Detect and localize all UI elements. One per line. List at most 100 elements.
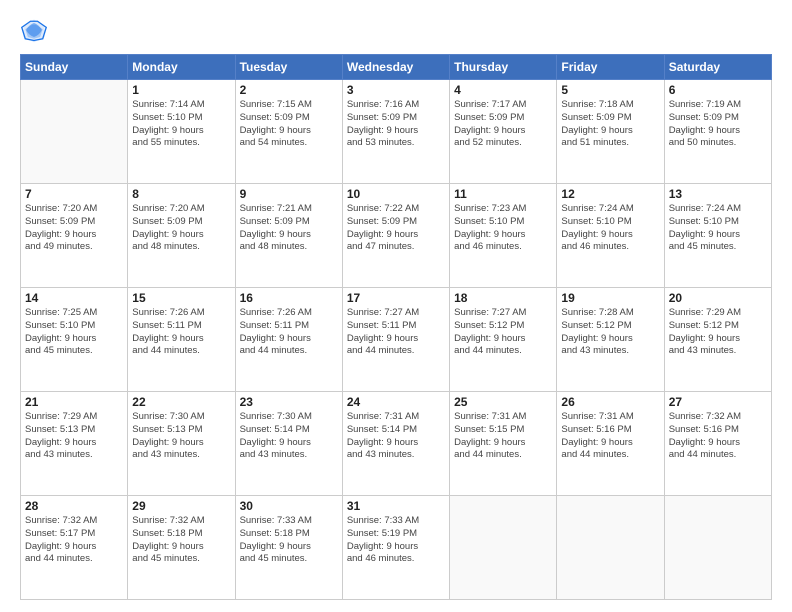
- day-number: 4: [454, 83, 552, 97]
- calendar-week-row: 28 Sunrise: 7:32 AM Sunset: 5:17 PM Dayli…: [21, 496, 772, 600]
- day-info: Sunrise: 7:17 AM Sunset: 5:09 PM Dayligh…: [454, 99, 552, 150]
- calendar-cell: 28 Sunrise: 7:32 AM Sunset: 5:17 PM Dayli…: [21, 496, 128, 600]
- day-number: 9: [240, 187, 338, 201]
- calendar-cell: 1 Sunrise: 7:14 AM Sunset: 5:10 PM Daylig…: [128, 80, 235, 184]
- calendar-table: SundayMondayTuesdayWednesdayThursdayFrid…: [20, 54, 772, 600]
- calendar-week-row: 7 Sunrise: 7:20 AM Sunset: 5:09 PM Daylig…: [21, 184, 772, 288]
- day-number: 21: [25, 395, 123, 409]
- day-number: 7: [25, 187, 123, 201]
- day-number: 10: [347, 187, 445, 201]
- day-number: 27: [669, 395, 767, 409]
- day-info: Sunrise: 7:32 AM Sunset: 5:18 PM Dayligh…: [132, 515, 230, 566]
- calendar-cell: 3Sunrise: 7:16 AM Sunset: 5:09 PM Daylig…: [342, 80, 449, 184]
- day-number: 1: [132, 83, 230, 97]
- calendar-header-thursday: Thursday: [450, 55, 557, 80]
- calendar-cell: 11Sunrise: 7:23 AM Sunset: 5:10 PM Dayli…: [450, 184, 557, 288]
- day-number: 24: [347, 395, 445, 409]
- calendar-cell: 10 Sunrise: 7:22 AM Sunset: 5:09 PM Dayli…: [342, 184, 449, 288]
- calendar-cell: 2Sunrise: 7:15 AM Sunset: 5:09 PM Daylig…: [235, 80, 342, 184]
- day-info: Sunrise: 7:33 AM Sunset: 5:18 PM Dayligh…: [240, 515, 338, 566]
- calendar-header-tuesday: Tuesday: [235, 55, 342, 80]
- calendar-cell: 26Sunrise: 7:31 AM Sunset: 5:16 PM Dayli…: [557, 392, 664, 496]
- day-number: 8: [132, 187, 230, 201]
- day-info: Sunrise: 7:21 AM Sunset: 5:09 PM Dayligh…: [240, 203, 338, 254]
- calendar-cell: 23Sunrise: 7:30 AM Sunset: 5:14 PM Dayli…: [235, 392, 342, 496]
- day-info: Sunrise: 7:29 AM Sunset: 5:12 PM Dayligh…: [669, 307, 767, 358]
- day-number: 15: [132, 291, 230, 305]
- calendar-cell: 6 Sunrise: 7:19 AM Sunset: 5:09 PM Daylig…: [664, 80, 771, 184]
- day-info: Sunrise: 7:24 AM Sunset: 5:10 PM Dayligh…: [561, 203, 659, 254]
- calendar-cell: [557, 496, 664, 600]
- day-number: 16: [240, 291, 338, 305]
- day-info: Sunrise: 7:33 AM Sunset: 5:19 PM Dayligh…: [347, 515, 445, 566]
- day-info: Sunrise: 7:27 AM Sunset: 5:11 PM Dayligh…: [347, 307, 445, 358]
- calendar-cell: 30 Sunrise: 7:33 AM Sunset: 5:18 PM Dayli…: [235, 496, 342, 600]
- calendar-cell: 27 Sunrise: 7:32 AM Sunset: 5:16 PM Dayli…: [664, 392, 771, 496]
- day-info: Sunrise: 7:14 AM Sunset: 5:10 PM Dayligh…: [132, 99, 230, 150]
- calendar-header-saturday: Saturday: [664, 55, 771, 80]
- day-info: Sunrise: 7:23 AM Sunset: 5:10 PM Dayligh…: [454, 203, 552, 254]
- day-info: Sunrise: 7:18 AM Sunset: 5:09 PM Dayligh…: [561, 99, 659, 150]
- calendar-cell: [450, 496, 557, 600]
- calendar-cell: 4 Sunrise: 7:17 AM Sunset: 5:09 PM Daylig…: [450, 80, 557, 184]
- calendar-cell: 20 Sunrise: 7:29 AM Sunset: 5:12 PM Dayli…: [664, 288, 771, 392]
- header: [20, 16, 772, 44]
- day-number: 12: [561, 187, 659, 201]
- day-number: 29: [132, 499, 230, 513]
- calendar-cell: 24 Sunrise: 7:31 AM Sunset: 5:14 PM Dayli…: [342, 392, 449, 496]
- day-number: 18: [454, 291, 552, 305]
- calendar-cell: 31 Sunrise: 7:33 AM Sunset: 5:19 PM Dayli…: [342, 496, 449, 600]
- calendar-cell: 14Sunrise: 7:25 AM Sunset: 5:10 PM Dayli…: [21, 288, 128, 392]
- logo-icon: [20, 16, 48, 44]
- calendar-header-friday: Friday: [557, 55, 664, 80]
- day-number: 6: [669, 83, 767, 97]
- day-number: 31: [347, 499, 445, 513]
- calendar-cell: 13Sunrise: 7:24 AM Sunset: 5:10 PM Dayli…: [664, 184, 771, 288]
- day-number: 28: [25, 499, 123, 513]
- calendar-cell: 22 Sunrise: 7:30 AM Sunset: 5:13 PM Dayli…: [128, 392, 235, 496]
- calendar-header-wednesday: Wednesday: [342, 55, 449, 80]
- calendar-cell: 29 Sunrise: 7:32 AM Sunset: 5:18 PM Dayli…: [128, 496, 235, 600]
- day-info: Sunrise: 7:31 AM Sunset: 5:15 PM Dayligh…: [454, 411, 552, 462]
- day-info: Sunrise: 7:25 AM Sunset: 5:10 PM Dayligh…: [25, 307, 123, 358]
- day-number: 23: [240, 395, 338, 409]
- calendar-cell: 21 Sunrise: 7:29 AM Sunset: 5:13 PM Dayli…: [21, 392, 128, 496]
- calendar-week-row: 14Sunrise: 7:25 AM Sunset: 5:10 PM Dayli…: [21, 288, 772, 392]
- day-info: Sunrise: 7:31 AM Sunset: 5:14 PM Dayligh…: [347, 411, 445, 462]
- calendar-cell: 5 Sunrise: 7:18 AM Sunset: 5:09 PM Daylig…: [557, 80, 664, 184]
- day-info: Sunrise: 7:19 AM Sunset: 5:09 PM Dayligh…: [669, 99, 767, 150]
- day-info: Sunrise: 7:15 AM Sunset: 5:09 PM Dayligh…: [240, 99, 338, 150]
- day-info: Sunrise: 7:27 AM Sunset: 5:12 PM Dayligh…: [454, 307, 552, 358]
- day-number: 19: [561, 291, 659, 305]
- day-number: 13: [669, 187, 767, 201]
- day-info: Sunrise: 7:20 AM Sunset: 5:09 PM Dayligh…: [132, 203, 230, 254]
- page: SundayMondayTuesdayWednesdayThursdayFrid…: [0, 0, 792, 612]
- day-info: Sunrise: 7:26 AM Sunset: 5:11 PM Dayligh…: [240, 307, 338, 358]
- day-number: 17: [347, 291, 445, 305]
- day-info: Sunrise: 7:32 AM Sunset: 5:17 PM Dayligh…: [25, 515, 123, 566]
- calendar-cell: [664, 496, 771, 600]
- calendar-cell: 9 Sunrise: 7:21 AM Sunset: 5:09 PM Daylig…: [235, 184, 342, 288]
- day-info: Sunrise: 7:32 AM Sunset: 5:16 PM Dayligh…: [669, 411, 767, 462]
- day-info: Sunrise: 7:30 AM Sunset: 5:13 PM Dayligh…: [132, 411, 230, 462]
- day-info: Sunrise: 7:29 AM Sunset: 5:13 PM Dayligh…: [25, 411, 123, 462]
- calendar-cell: 25Sunrise: 7:31 AM Sunset: 5:15 PM Dayli…: [450, 392, 557, 496]
- calendar-header-monday: Monday: [128, 55, 235, 80]
- day-number: 5: [561, 83, 659, 97]
- calendar-cell: 7 Sunrise: 7:20 AM Sunset: 5:09 PM Daylig…: [21, 184, 128, 288]
- day-number: 22: [132, 395, 230, 409]
- day-info: Sunrise: 7:26 AM Sunset: 5:11 PM Dayligh…: [132, 307, 230, 358]
- day-number: 20: [669, 291, 767, 305]
- calendar-cell: 8 Sunrise: 7:20 AM Sunset: 5:09 PM Daylig…: [128, 184, 235, 288]
- day-info: Sunrise: 7:16 AM Sunset: 5:09 PM Dayligh…: [347, 99, 445, 150]
- calendar-cell: 16 Sunrise: 7:26 AM Sunset: 5:11 PM Dayli…: [235, 288, 342, 392]
- day-number: 30: [240, 499, 338, 513]
- calendar-header-row: SundayMondayTuesdayWednesdayThursdayFrid…: [21, 55, 772, 80]
- day-info: Sunrise: 7:31 AM Sunset: 5:16 PM Dayligh…: [561, 411, 659, 462]
- calendar-cell: 19 Sunrise: 7:28 AM Sunset: 5:12 PM Dayli…: [557, 288, 664, 392]
- day-info: Sunrise: 7:28 AM Sunset: 5:12 PM Dayligh…: [561, 307, 659, 358]
- logo: [20, 16, 52, 44]
- calendar-cell: [21, 80, 128, 184]
- day-info: Sunrise: 7:20 AM Sunset: 5:09 PM Dayligh…: [25, 203, 123, 254]
- day-info: Sunrise: 7:22 AM Sunset: 5:09 PM Dayligh…: [347, 203, 445, 254]
